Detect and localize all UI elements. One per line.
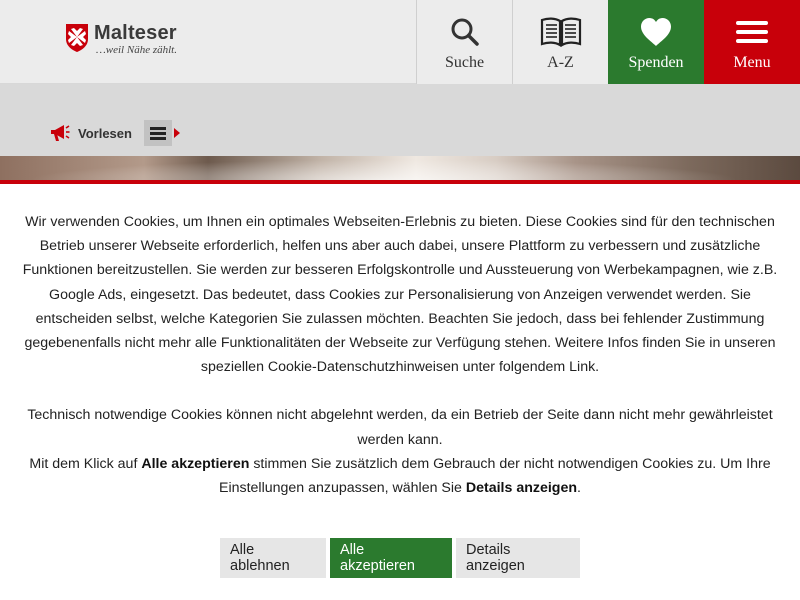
menu-button[interactable]: Menu	[704, 0, 800, 84]
logo-tagline: …weil Nähe zählt.	[96, 44, 177, 56]
logo-name: Malteser	[94, 22, 177, 44]
cookie-required-text: Technisch notwendige Cookies können nich…	[27, 407, 773, 448]
maltese-cross-icon	[66, 24, 88, 52]
caret-right-icon	[173, 128, 180, 138]
donate-label: Spenden	[628, 54, 684, 71]
hero-image	[0, 156, 800, 180]
read-aloud-bar: Vorlesen	[50, 120, 180, 146]
cookie-line3-pre: Mit dem Klick auf	[29, 455, 142, 472]
search-button[interactable]: Suche	[416, 0, 512, 84]
hero-section: Vorlesen	[0, 84, 800, 180]
cookie-line3-post: .	[577, 480, 581, 497]
cookie-banner: Wir verwenden Cookies, um Ihnen ein opti…	[0, 180, 800, 600]
cookie-button-row: Alle ablehnen Alle akzeptieren Details a…	[0, 538, 800, 578]
menu-label: Menu	[733, 54, 771, 71]
book-icon	[540, 17, 581, 47]
read-aloud-button[interactable]: Vorlesen	[78, 126, 132, 141]
site-header: Malteser …weil Nähe zählt. Suche A-Z Spe…	[0, 0, 800, 84]
cookie-details-emphasis: Details anzeigen	[465, 480, 578, 497]
az-label: A-Z	[547, 54, 574, 71]
reject-all-button[interactable]: Alle ablehnen	[220, 538, 326, 578]
cookie-accept-emphasis: Alle akzeptieren	[141, 455, 250, 472]
megaphone-icon[interactable]	[50, 124, 70, 142]
search-icon	[451, 18, 479, 46]
az-index-button[interactable]: A-Z	[512, 0, 608, 84]
heart-icon	[641, 18, 671, 46]
cookie-paragraph-intro: Wir verwenden Cookies, um Ihnen ein opti…	[22, 214, 778, 376]
hamburger-icon	[736, 21, 768, 43]
accept-all-button[interactable]: Alle akzeptieren	[330, 538, 452, 578]
cookie-paragraph-required: Technisch notwendige Cookies können nich…	[22, 403, 778, 500]
cookie-text: Wir verwenden Cookies, um Ihnen ein opti…	[22, 210, 778, 500]
search-label: Suche	[444, 54, 485, 71]
show-details-button[interactable]: Details anzeigen	[456, 538, 580, 578]
site-logo[interactable]: Malteser …weil Nähe zählt.	[64, 22, 177, 56]
list-icon	[149, 126, 166, 140]
donate-button[interactable]: Spenden	[608, 0, 704, 84]
read-aloud-menu-button[interactable]	[143, 120, 172, 146]
